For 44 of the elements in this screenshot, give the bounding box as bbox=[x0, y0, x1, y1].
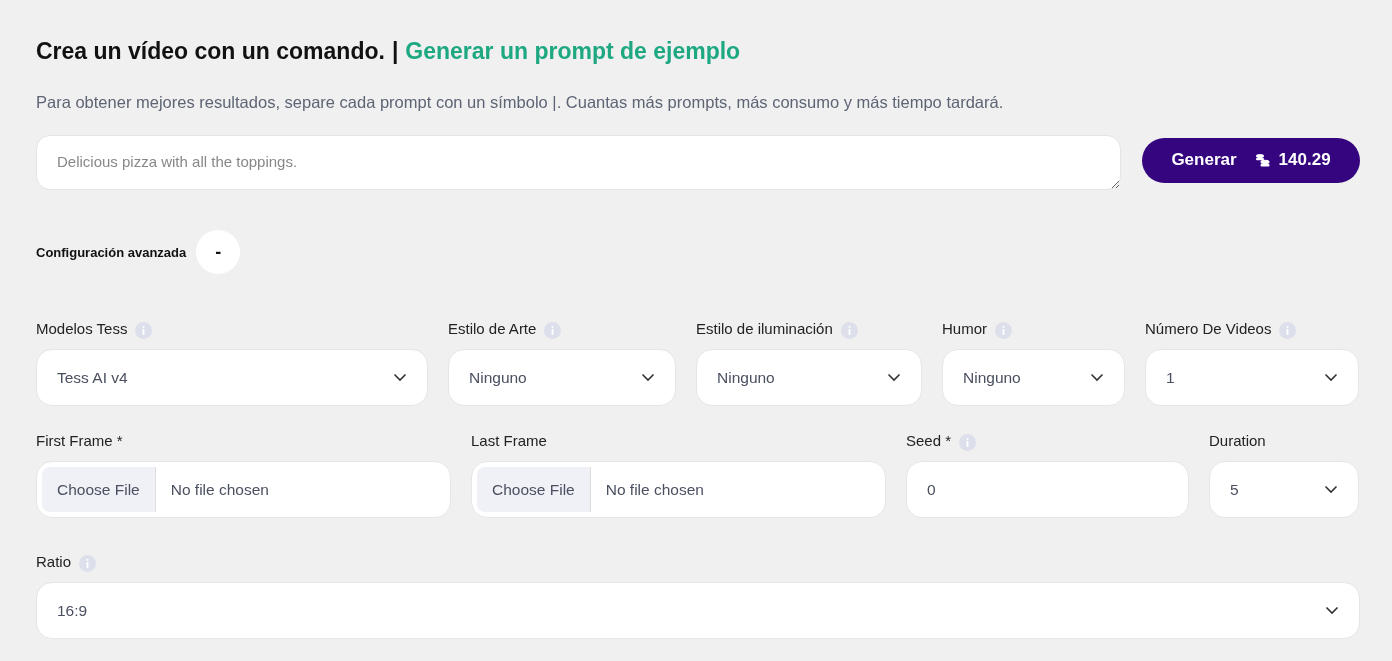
dropdown[interactable]: Ninguno bbox=[448, 349, 676, 406]
field-label: Estilo de iluminación bbox=[696, 319, 833, 337]
chevron-down-icon bbox=[641, 373, 655, 382]
field-label: Estilo de Arte bbox=[448, 319, 537, 337]
info-icon bbox=[544, 321, 562, 339]
choose-file-button[interactable]: Choose File bbox=[477, 467, 591, 512]
generate-button[interactable]: Generar 140.29 bbox=[1142, 137, 1360, 183]
file-status: No file chosen bbox=[605, 480, 704, 499]
chevron-down-icon bbox=[1090, 373, 1104, 382]
info-icon bbox=[79, 554, 97, 572]
info-icon bbox=[1279, 321, 1297, 339]
chevron-down-icon bbox=[393, 373, 407, 382]
advanced-settings-label: Configuración avanzada bbox=[36, 244, 187, 260]
file-status: No file chosen bbox=[170, 480, 269, 499]
field-label: Número De Videos bbox=[1145, 319, 1272, 337]
prompt-input[interactable]: Delicious pizza with all the toppings. bbox=[36, 135, 1121, 190]
collapse-button[interactable]: - bbox=[196, 230, 241, 274]
dropdown[interactable]: 1 bbox=[1145, 349, 1359, 406]
page-title: Crea un vídeo con un comando. bbox=[36, 38, 385, 65]
field-label: Seed * bbox=[906, 431, 952, 449]
field-label: Modelos Tess bbox=[36, 319, 128, 337]
dropdown[interactable]: Tess AI v4 bbox=[36, 349, 428, 406]
chevron-down-icon bbox=[1324, 485, 1338, 494]
dropdown[interactable]: 5 bbox=[1209, 461, 1359, 518]
field-label: Humor bbox=[942, 319, 987, 337]
field-label: Last Frame bbox=[471, 431, 547, 449]
dropdown[interactable]: Ninguno bbox=[696, 349, 922, 406]
chevron-down-icon bbox=[1325, 606, 1339, 615]
field-label: Ratio bbox=[36, 552, 72, 570]
field-label: Duration bbox=[1209, 431, 1266, 449]
field-label: First Frame * bbox=[36, 431, 123, 449]
choose-file-button[interactable]: Choose File bbox=[42, 467, 156, 512]
hint-text: Para obtener mejores resultados, separe cada prompt con un símbolo |. Cuantas más prompts, más consumo y más tiempo tardará. bbox=[36, 93, 1005, 112]
dropdown[interactable]: Ninguno bbox=[942, 349, 1125, 406]
info-icon bbox=[995, 321, 1012, 339]
separator: | bbox=[391, 38, 399, 65]
coins-icon bbox=[1254, 153, 1270, 167]
info-icon bbox=[135, 321, 153, 339]
chevron-down-icon bbox=[1324, 373, 1338, 382]
dropdown[interactable]: 16:9 bbox=[36, 582, 1360, 639]
info-icon bbox=[840, 321, 858, 339]
info-icon bbox=[959, 433, 977, 451]
seed-input[interactable]: 0 bbox=[906, 461, 1189, 518]
chevron-down-icon bbox=[887, 373, 901, 382]
